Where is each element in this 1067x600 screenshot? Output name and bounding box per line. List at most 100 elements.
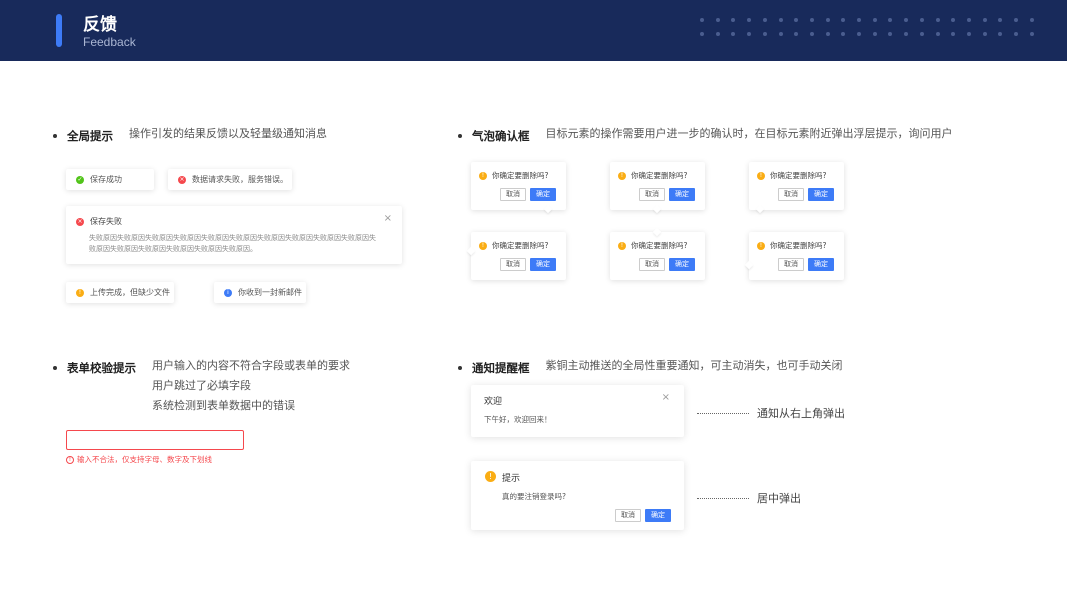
decorative-dot <box>715 32 720 36</box>
decorative-dot <box>731 32 736 36</box>
decorative-dot <box>841 18 846 22</box>
popover-arrow <box>755 204 765 214</box>
popconfirm-question: 你确定要删除吗? <box>631 241 688 250</box>
exclamation-circle-icon: ! <box>618 241 626 250</box>
decorative-dot <box>747 18 752 22</box>
decorative-dot <box>919 18 924 22</box>
dialog-title: 提示 <box>502 474 521 484</box>
ok-button[interactable]: 确定 <box>530 188 556 201</box>
notice-body: 失败原因失败原因失败原因失败原因失败原因失败原因失败原因失败原因失败原因失败原因… <box>89 234 376 253</box>
popover-arrow <box>466 246 476 256</box>
dotted-connector <box>697 412 749 414</box>
header-accent-bar <box>56 14 62 47</box>
desc-line: 系统检测到表单数据中的错误 <box>152 399 295 412</box>
page-header: 反馈 Feedback <box>0 0 1067 61</box>
decorative-dot <box>998 18 1003 22</box>
popconfirm: ! 你确定要删除吗? 取消 确定 <box>471 162 566 214</box>
error-circle-icon: ! <box>66 455 74 464</box>
warning-message: ! 上传完成，但缺少文件 <box>66 282 174 303</box>
cancel-button[interactable]: 取消 <box>778 258 804 271</box>
cancel-button[interactable]: 取消 <box>639 188 665 201</box>
validation-error-text: 输入不合法，仅支持字母、数字及下划线 <box>77 455 212 464</box>
decorative-dot <box>1014 18 1018 22</box>
section-desc: 操作引发的结果反馈以及轻量级通知消息 <box>129 127 327 140</box>
decorative-dot <box>998 32 1003 36</box>
decorative-dot <box>794 32 799 36</box>
decorative-dot <box>982 32 987 36</box>
decorative-dot <box>762 32 767 36</box>
decorative-dot <box>919 32 924 36</box>
page-title: 反馈 <box>83 15 117 35</box>
info-message: i 你收到一封新邮件 <box>214 282 306 303</box>
section-global-tip: 全局提示 操作引发的结果反馈以及轻量级通知消息 <box>53 127 327 144</box>
section-title: 通知提醒框 <box>472 361 530 375</box>
decorative-dot <box>809 18 814 22</box>
ok-button[interactable]: 确定 <box>808 188 834 201</box>
decorative-dot <box>747 32 752 36</box>
section-desc: 目标元素的操作需要用户进一步的确认时，在目标元素附近弹出浮层提示，询问用户 <box>545 127 953 140</box>
decorative-dot <box>966 18 971 22</box>
message-text: 上传完成，但缺少文件 <box>90 288 170 297</box>
popover-arrow <box>652 227 662 237</box>
decorative-dot <box>825 18 830 22</box>
cancel-button[interactable]: 取消 <box>500 258 526 271</box>
popover-arrow <box>744 260 754 270</box>
popconfirm-question: 你确定要删除吗? <box>770 171 827 180</box>
close-icon[interactable]: × <box>662 392 670 403</box>
message-text: 你收到一封新邮件 <box>238 288 302 297</box>
exclamation-circle-icon: ! <box>757 171 765 180</box>
decorative-dot <box>1029 32 1034 36</box>
popover-arrow <box>543 204 553 214</box>
decorative-dot <box>778 18 783 22</box>
decorative-dot <box>872 32 877 36</box>
desc-line: 用户输入的内容不符合字段或表单的要求 <box>152 359 350 372</box>
bullet-icon <box>53 134 57 138</box>
popconfirm: ! 你确定要删除吗? 取消 确定 <box>610 227 705 280</box>
notification-title: 欢迎 <box>484 397 503 407</box>
validation-error: ! 输入不合法，仅支持字母、数字及下划线 <box>66 454 212 465</box>
dotted-connector <box>697 497 749 499</box>
success-message: ✓ 保存成功 <box>66 169 154 190</box>
ok-button[interactable]: 确定 <box>645 509 671 522</box>
decorative-dot <box>715 18 720 22</box>
decorative-dot <box>951 32 956 36</box>
decorative-dot <box>966 32 971 36</box>
cancel-button[interactable]: 取消 <box>615 509 641 522</box>
section-desc: 用户输入的内容不符合字段或表单的要求 用户跳过了必填字段 系统检测到表单数据中的… <box>152 356 350 416</box>
cancel-button[interactable]: 取消 <box>500 188 526 201</box>
decorative-dot <box>794 18 799 22</box>
section-title: 表单校验提示 <box>67 361 136 375</box>
popconfirm: ! 你确定要删除吗? 取消 确定 <box>749 162 844 214</box>
popover-arrow <box>652 204 662 214</box>
close-icon[interactable]: × <box>384 213 392 224</box>
decorative-dot-grid <box>700 18 1040 42</box>
message-text: 数据请求失败，服务错误。 <box>192 175 288 184</box>
decorative-dot <box>762 18 767 22</box>
decorative-dot <box>857 18 861 22</box>
decorative-dot <box>731 18 736 22</box>
cancel-button[interactable]: 取消 <box>639 258 665 271</box>
section-form-validation: 表单校验提示 用户输入的内容不符合字段或表单的要求 用户跳过了必填字段 系统检测… <box>53 359 350 416</box>
cancel-button[interactable]: 取消 <box>778 188 804 201</box>
exclamation-circle-icon: ! <box>479 171 487 180</box>
bullet-icon <box>53 366 57 370</box>
note-text: 通知从右上角弹出 <box>757 407 845 420</box>
desc-line: 用户跳过了必填字段 <box>152 379 251 392</box>
welcome-notification: 欢迎 下午好，欢迎回来！ × <box>471 385 684 437</box>
exclamation-circle-icon: ! <box>479 241 487 250</box>
close-circle-icon: × <box>76 217 84 226</box>
info-circle-icon: i <box>224 288 232 297</box>
ok-button[interactable]: 确定 <box>530 258 556 271</box>
error-message: × 数据请求失败，服务错误。 <box>168 169 292 190</box>
decorative-dot <box>857 32 861 36</box>
decorative-dot <box>1029 18 1034 22</box>
ok-button[interactable]: 确定 <box>669 258 695 271</box>
decorative-dot <box>904 32 909 36</box>
ok-button[interactable]: 确定 <box>808 258 834 271</box>
popconfirm: ! 你确定要删除吗? 取消 确定 <box>610 162 705 214</box>
decorative-dot <box>841 32 846 36</box>
ok-button[interactable]: 确定 <box>669 188 695 201</box>
popconfirm-question: 你确定要删除吗? <box>492 171 549 180</box>
popconfirm-question: 你确定要删除吗? <box>770 241 827 250</box>
invalid-input-field[interactable] <box>66 430 244 450</box>
